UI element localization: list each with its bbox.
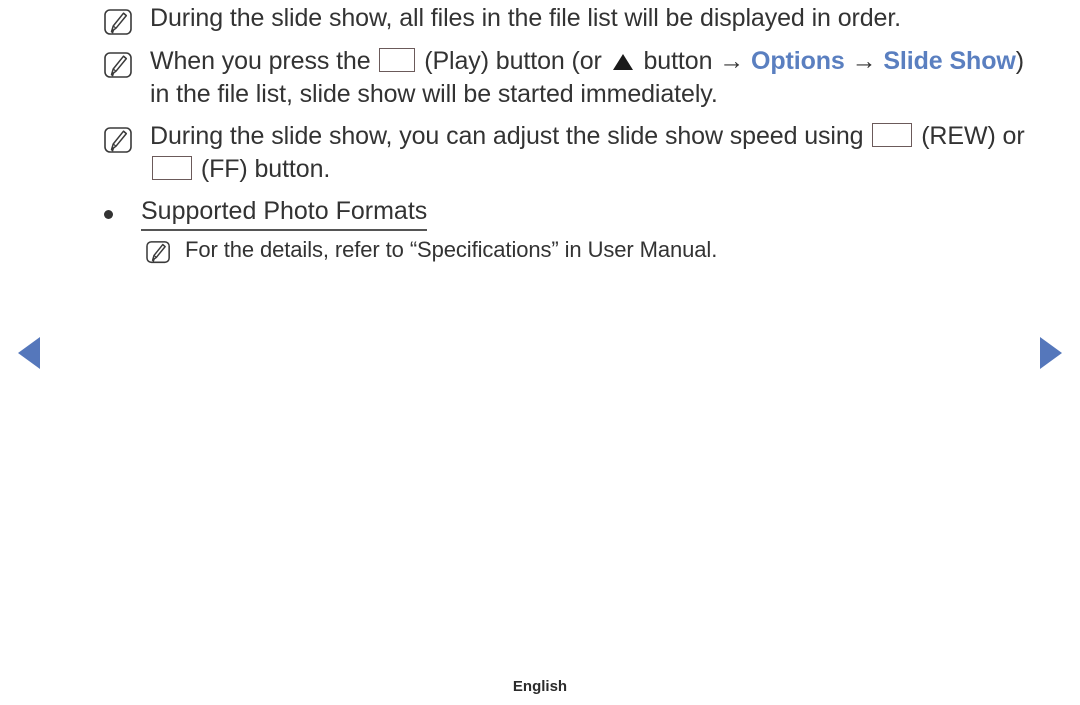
note-text: When you press the (Play) button (or but…: [150, 45, 1034, 111]
emanual-page: During the slide show, all files in the …: [0, 0, 1080, 705]
note-pencil-icon: [104, 127, 133, 154]
menu-ref-slide-show[interactable]: Slide Show: [883, 47, 1015, 75]
arrow-right-glyph: →: [719, 47, 745, 75]
bullet-row: Supported Photo Formats: [104, 195, 1034, 231]
note-pencil-icon: [104, 9, 133, 36]
previous-page-button[interactable]: [18, 337, 40, 369]
note3-text-c: (FF) button.: [194, 155, 331, 183]
note3-text-b: (REW) or: [914, 122, 1025, 150]
section-heading: Supported Photo Formats: [141, 195, 428, 231]
note-text: For the details, refer to “Specification…: [185, 237, 718, 262]
note-text: During the slide show, all files in the …: [150, 4, 902, 32]
note-row: For the details, refer to “Specification…: [146, 235, 1034, 265]
note2-text-a: When you press the: [150, 47, 378, 75]
page-content: During the slide show, all files in the …: [104, 2, 1034, 274]
play-button-icon: [379, 48, 416, 72]
note-pencil-icon: [146, 241, 171, 264]
note2-text-c: button: [636, 47, 720, 75]
arrow-right-glyph: →: [851, 47, 877, 75]
note3-text-a: During the slide show, you can adjust th…: [150, 122, 871, 150]
up-arrow-icon: [612, 54, 633, 70]
note-row: During the slide show, all files in the …: [104, 2, 1034, 36]
language-footer: English: [512, 678, 568, 695]
next-page-button[interactable]: [1040, 337, 1062, 369]
bullet-dot-icon: [104, 210, 113, 219]
note-row: When you press the (Play) button (or but…: [104, 45, 1034, 111]
note-pencil-icon: [104, 52, 133, 79]
rewind-button-icon: [872, 123, 913, 147]
note2-text-b: (Play) button (or: [417, 47, 609, 75]
note-row: During the slide show, you can adjust th…: [104, 120, 1034, 186]
note-text: During the slide show, you can adjust th…: [150, 120, 1034, 186]
menu-ref-options[interactable]: Options: [751, 47, 845, 75]
fast-forward-button-icon: [152, 156, 192, 180]
